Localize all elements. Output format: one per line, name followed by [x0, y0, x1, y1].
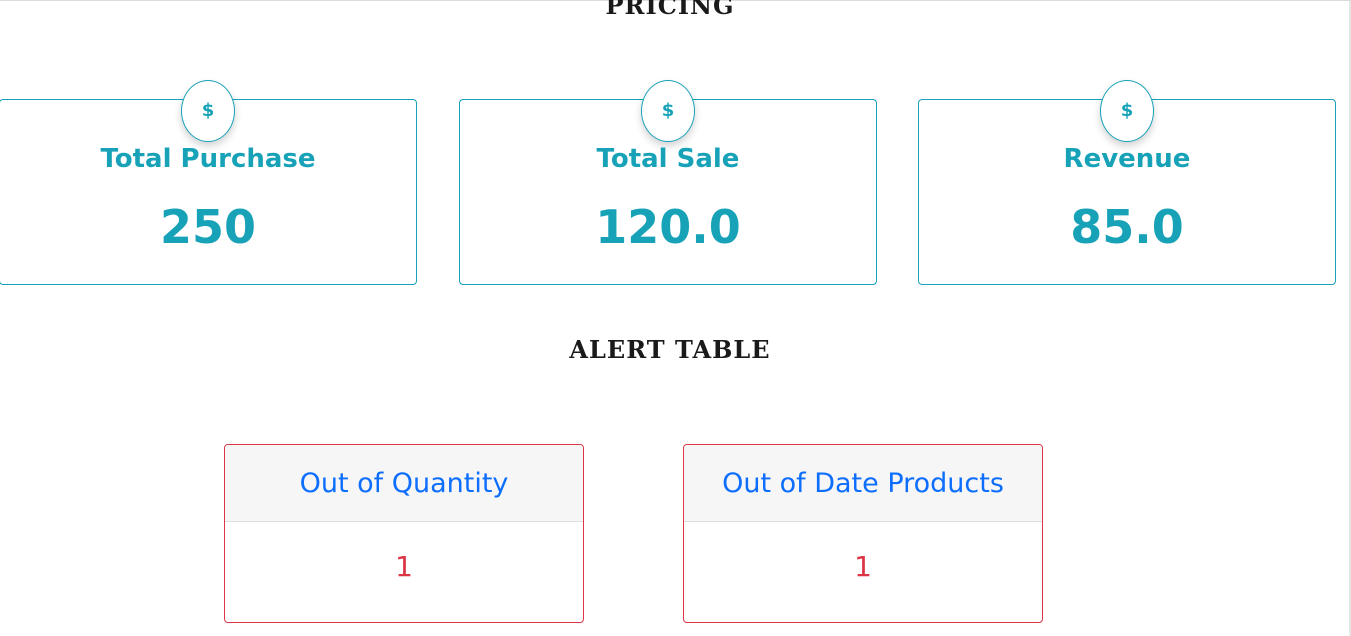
- total-sale-card: $ Total Sale 120.0: [459, 80, 877, 285]
- pricing-section-title: PRICING: [605, 0, 735, 20]
- revenue-card: $ Revenue 85.0: [918, 80, 1336, 285]
- dashboard-page: PRICING $ Total Purchase 250 $ Total Sal…: [0, 0, 1351, 636]
- out-of-quantity-link[interactable]: Out of Quantity: [225, 445, 583, 522]
- total-purchase-card: $ Total Purchase 250: [0, 80, 417, 285]
- dollar-icon: $: [181, 80, 235, 142]
- out-of-quantity-count: 1: [395, 550, 413, 583]
- revenue-value: 85.0: [1070, 200, 1184, 254]
- out-of-date-products-link[interactable]: Out of Date Products: [684, 445, 1042, 522]
- alert-table-title: ALERT TABLE: [569, 335, 771, 364]
- dollar-icon: $: [1100, 80, 1154, 142]
- total-purchase-label: Total Purchase: [100, 144, 316, 174]
- total-purchase-value: 250: [159, 200, 257, 254]
- revenue-label: Revenue: [1063, 144, 1191, 174]
- total-sale-label: Total Sale: [596, 144, 740, 174]
- dollar-icon: $: [641, 80, 695, 142]
- out-of-date-products-card[interactable]: Out of Date Products 1: [683, 444, 1043, 623]
- out-of-date-products-count: 1: [854, 550, 872, 583]
- total-sale-value: 120.0: [595, 200, 741, 254]
- out-of-quantity-card[interactable]: Out of Quantity 1: [224, 444, 584, 623]
